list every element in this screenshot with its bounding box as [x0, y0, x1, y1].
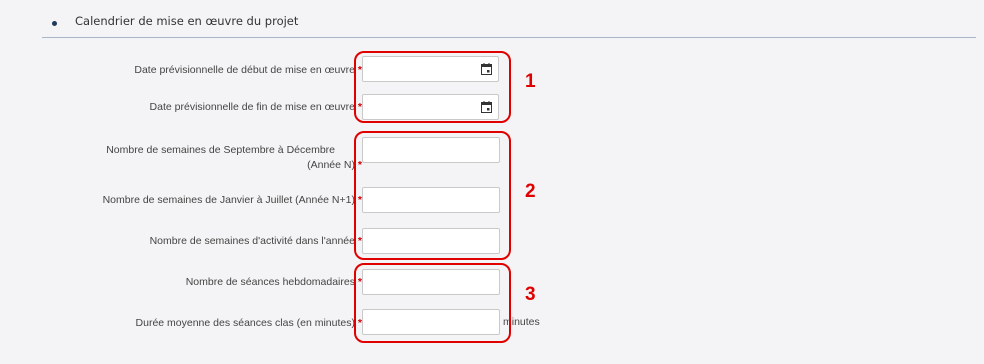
- annotation-box-1: [354, 51, 511, 123]
- semaines-jan-juil-label-text: Nombre de semaines de Janvier à Juillet …: [102, 194, 355, 206]
- section-title: Calendrier de mise en œuvre du projet: [75, 14, 299, 28]
- semaines-activite-label-text: Nombre de semaines d'activité dans l'ann…: [149, 235, 355, 247]
- bullet-icon: [52, 21, 57, 26]
- annotation-number-1: 1: [525, 71, 536, 92]
- annotation-number-2: 2: [525, 181, 536, 202]
- semaines-jan-juil-label: Nombre de semaines de Janvier à Juillet …: [2, 193, 362, 208]
- seances-hebdo-label: Nombre de séances hebdomadaires *: [42, 275, 362, 290]
- form-page: Calendrier de mise en œuvre du projet Da…: [0, 0, 984, 364]
- seances-hebdo-label-text: Nombre de séances hebdomadaires: [185, 276, 355, 288]
- semaines-sept-dec-label-year: (Année N): [307, 159, 355, 171]
- duree-seances-label: Durée moyenne des séances clas (en minut…: [42, 316, 362, 331]
- date-debut-label: Date prévisionnelle de début de mise en …: [42, 63, 362, 78]
- annotation-box-2: [354, 131, 511, 260]
- semaines-sept-dec-label-line1: Nombre de semaines de Septembre à Décemb…: [106, 144, 335, 156]
- date-fin-label: Date prévisionnelle de fin de mise en œu…: [42, 100, 362, 115]
- date-debut-label-text: Date prévisionnelle de début de mise en …: [134, 64, 355, 76]
- annotation-box-3: [354, 263, 511, 343]
- semaines-sept-dec-label-line2: (Année N) *: [162, 158, 362, 173]
- duree-seances-label-text: Durée moyenne des séances clas (en minut…: [135, 317, 355, 329]
- semaines-activite-label: Nombre de semaines d'activité dans l'ann…: [42, 234, 362, 249]
- annotation-number-3: 3: [525, 284, 536, 305]
- section-header: Calendrier de mise en œuvre du projet: [42, 12, 976, 38]
- date-fin-label-text: Date prévisionnelle de fin de mise en œu…: [149, 101, 355, 113]
